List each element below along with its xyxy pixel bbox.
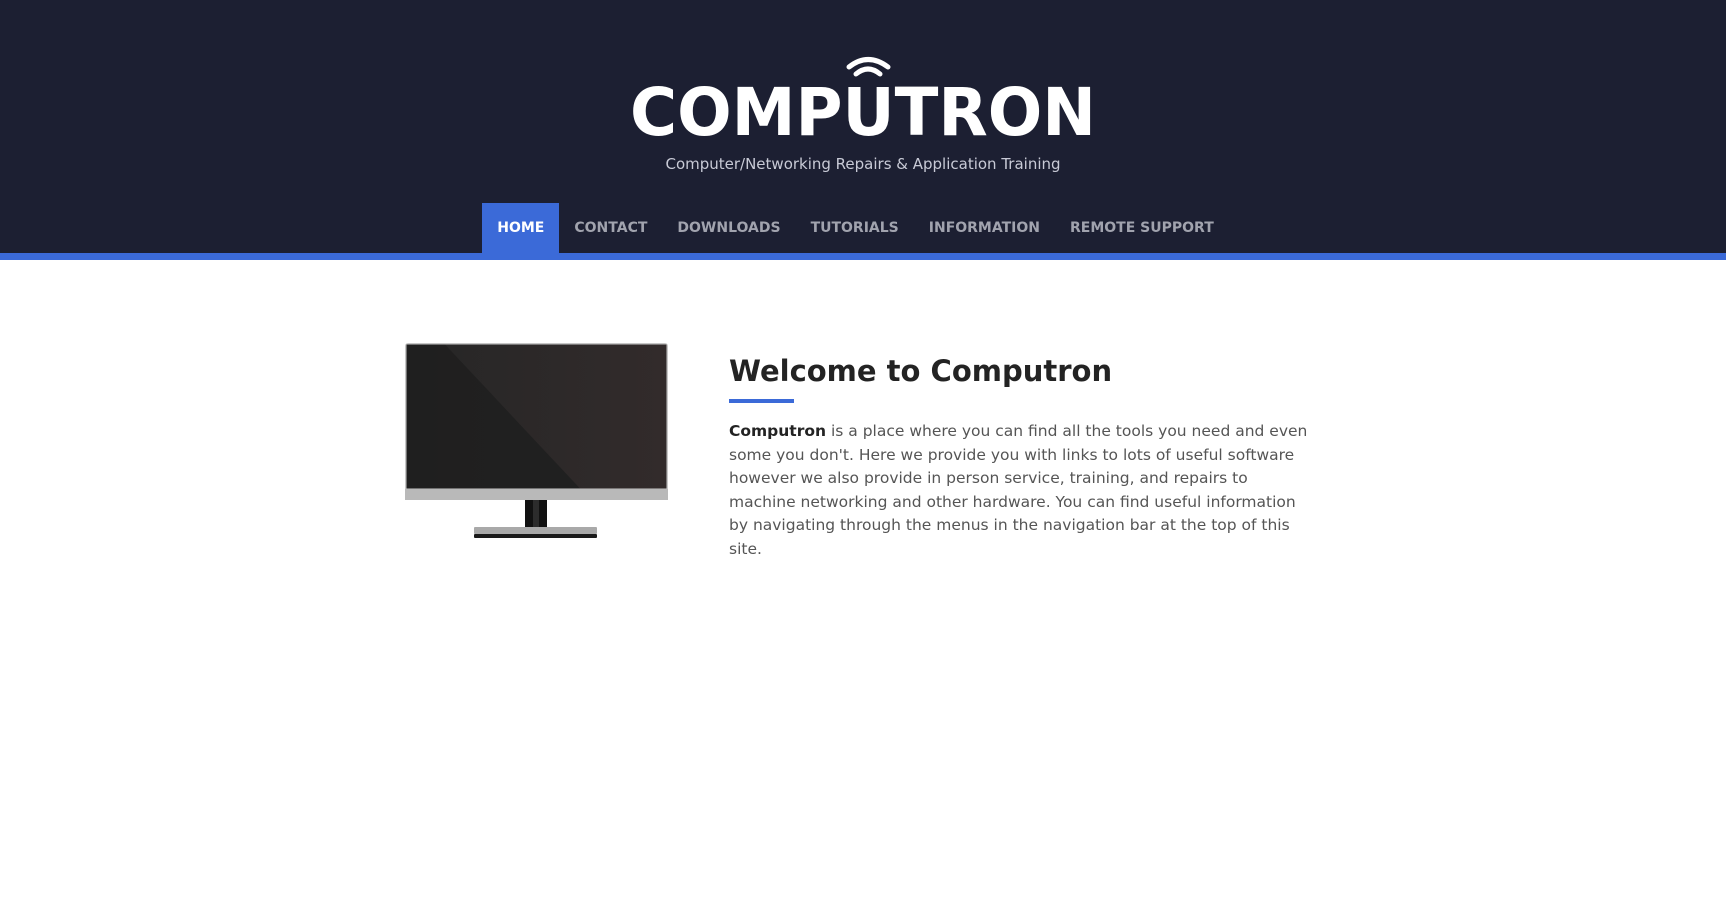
nav-item-home[interactable]: HOME bbox=[482, 203, 560, 253]
monitor-icon bbox=[405, 343, 668, 538]
welcome-title: Welcome to Computron bbox=[729, 354, 1113, 388]
title-underline bbox=[729, 399, 794, 403]
nav-item-remote-support[interactable]: REMOTE SUPPORT bbox=[1055, 203, 1229, 253]
nav-item-information[interactable]: INFORMATION bbox=[914, 203, 1055, 253]
site-tagline: Computer/Networking Repairs & Applicatio… bbox=[665, 155, 1061, 173]
nav-item-contact[interactable]: CONTACT bbox=[559, 203, 662, 253]
intro-text: is a place where you can find all the to… bbox=[729, 422, 1308, 558]
site-header: COMPUTRON Computer/Networking Repairs & … bbox=[0, 0, 1726, 253]
nav-list: HOME CONTACT DOWNLOADS TUTORIALS INFORMA… bbox=[482, 203, 1229, 253]
nav-item-tutorials[interactable]: TUTORIALS bbox=[796, 203, 914, 253]
intro-paragraph: Computron is a place where you can find … bbox=[729, 420, 1319, 561]
logo-area: COMPUTRON bbox=[0, 52, 1726, 142]
main-nav: HOME CONTACT DOWNLOADS TUTORIALS INFORMA… bbox=[0, 203, 1726, 253]
wifi-icon bbox=[846, 57, 891, 77]
header-accent-stripe bbox=[0, 253, 1726, 260]
intro-brand-name: Computron bbox=[729, 422, 827, 440]
computron-logo[interactable]: COMPUTRON bbox=[620, 52, 1106, 142]
svg-text:COMPUTRON: COMPUTRON bbox=[630, 74, 1096, 142]
nav-item-downloads[interactable]: DOWNLOADS bbox=[662, 203, 795, 253]
welcome-section: Welcome to Computron Computron is a plac… bbox=[729, 351, 1319, 561]
